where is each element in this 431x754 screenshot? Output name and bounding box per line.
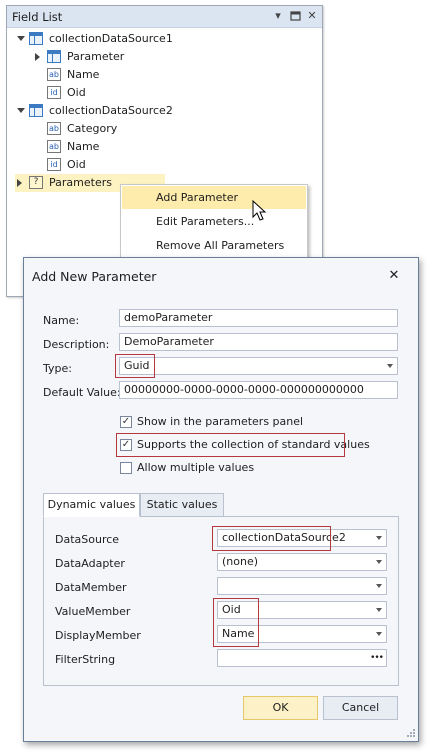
table-icon <box>29 104 43 117</box>
text-field-icon: ab <box>47 140 61 153</box>
type-label: Type: <box>43 362 72 375</box>
dataadapter-combo[interactable]: (none) <box>217 553 387 571</box>
tab-dynamic-values[interactable]: Dynamic values <box>43 493 140 517</box>
menu-item-remove-all-parameters[interactable]: Remove All Parameters <box>122 234 306 257</box>
menu-item-add-parameter[interactable]: Add Parameter <box>122 186 306 209</box>
tab-static-values[interactable]: Static values <box>140 493 224 517</box>
chevron-down-icon[interactable] <box>387 364 393 368</box>
dialog-title: Add New Parameter <box>32 269 157 284</box>
field-list-title: Field List <box>12 10 63 24</box>
valuemember-label: ValueMember <box>55 605 131 618</box>
default-value-input[interactable]: 00000000-0000-0000-0000-000000000000 <box>119 381 398 399</box>
checkbox-label: Allow multiple values <box>137 461 255 474</box>
dropdown-icon[interactable]: ▾ <box>271 9 285 23</box>
collapsed-caret-icon[interactable] <box>17 179 22 187</box>
allow-multiple-values-checkbox[interactable] <box>120 462 132 474</box>
context-menu: Add Parameter Edit Parameters... Remove … <box>120 184 308 260</box>
chevron-down-icon[interactable] <box>376 632 382 636</box>
description-input[interactable]: DemoParameter <box>119 333 398 351</box>
callout-highlight <box>115 354 155 378</box>
menu-item-label: Edit Parameters... <box>156 215 255 228</box>
close-icon[interactable]: ✕ <box>305 9 319 23</box>
table-icon <box>29 32 43 45</box>
mouse-cursor-icon <box>252 200 267 221</box>
tree-item-label: Parameters <box>49 176 112 189</box>
dataadapter-label: DataAdapter <box>55 557 125 570</box>
default-value-label: Default Value: <box>43 386 121 399</box>
text-field-icon: ab <box>47 68 61 81</box>
callout-highlight <box>116 433 345 457</box>
checkbox-label: Show in the parameters panel <box>137 415 304 428</box>
tree-item-label: Oid <box>67 86 86 99</box>
ok-button[interactable]: OK <box>243 696 318 720</box>
callout-highlight <box>213 598 259 647</box>
tree-item-label: collectionDataSource1 <box>49 32 173 45</box>
dialog-title-bar: Add New Parameter <box>24 258 418 294</box>
chevron-down-icon[interactable] <box>376 536 382 540</box>
filterstring-input[interactable]: ••• <box>217 649 387 667</box>
callout-highlight <box>212 526 331 551</box>
dataadapter-value: (none) <box>222 555 259 568</box>
datamember-combo[interactable] <box>217 577 387 595</box>
tree-item-category[interactable]: ab Category <box>33 120 233 138</box>
tree-item-label: Name <box>67 68 100 81</box>
description-label: Description: <box>43 338 110 351</box>
maximize-icon[interactable] <box>288 9 302 23</box>
displaymember-label: DisplayMember <box>55 629 141 642</box>
tree-item-label: Name <box>67 140 100 153</box>
id-field-icon: id <box>47 86 61 99</box>
expanded-caret-icon[interactable] <box>17 36 25 41</box>
name-label: Name: <box>43 314 80 327</box>
tree-item-label: Oid <box>67 158 86 171</box>
add-new-parameter-dialog: Add New Parameter ✕ Name: demoParameter … <box>23 257 419 742</box>
chevron-down-icon[interactable] <box>376 608 382 612</box>
text-field-icon: ab <box>47 122 61 135</box>
show-in-panel-checkbox[interactable]: ✓ <box>120 416 132 428</box>
type-combo[interactable]: Guid <box>119 357 398 375</box>
tree-item-collectiondatasource1[interactable]: collectionDataSource1 <box>15 30 215 48</box>
tree-item-collectiondatasource2[interactable]: collectionDataSource2 <box>15 102 215 120</box>
filterstring-label: FilterString <box>55 653 116 666</box>
parameters-icon: ? <box>29 176 43 189</box>
expanded-caret-icon[interactable] <box>17 108 25 113</box>
datamember-label: DataMember <box>55 581 127 594</box>
name-input[interactable]: demoParameter <box>119 309 398 327</box>
chevron-down-icon[interactable] <box>376 560 382 564</box>
menu-item-edit-parameters[interactable]: Edit Parameters... <box>122 210 306 233</box>
table-icon <box>47 50 61 63</box>
tree-item-parameter[interactable]: Parameter <box>33 48 233 66</box>
close-icon[interactable]: ✕ <box>386 268 402 284</box>
id-field-icon: id <box>47 158 61 171</box>
tree-item-label: Category <box>67 122 118 135</box>
tree-item-label: collectionDataSource2 <box>49 104 173 117</box>
ellipsis-button[interactable]: ••• <box>370 650 384 666</box>
resize-grip-icon[interactable] <box>406 728 416 738</box>
collapsed-caret-icon[interactable] <box>35 53 40 61</box>
datasource-label: DataSource <box>55 533 120 546</box>
tree-item-name[interactable]: ab Name <box>33 138 233 156</box>
tree-item-label: Parameter <box>67 50 125 63</box>
tree-item-name[interactable]: ab Name <box>33 66 233 84</box>
tree-item-oid[interactable]: id Oid <box>33 156 233 174</box>
cancel-button[interactable]: Cancel <box>323 696 398 720</box>
menu-item-label: Add Parameter <box>156 191 239 204</box>
tree-item-oid[interactable]: id Oid <box>33 84 233 102</box>
chevron-down-icon[interactable] <box>376 584 382 588</box>
field-list-title-bar: Field List ▾ ✕ <box>7 6 322 28</box>
menu-item-label: Remove All Parameters <box>156 239 285 252</box>
